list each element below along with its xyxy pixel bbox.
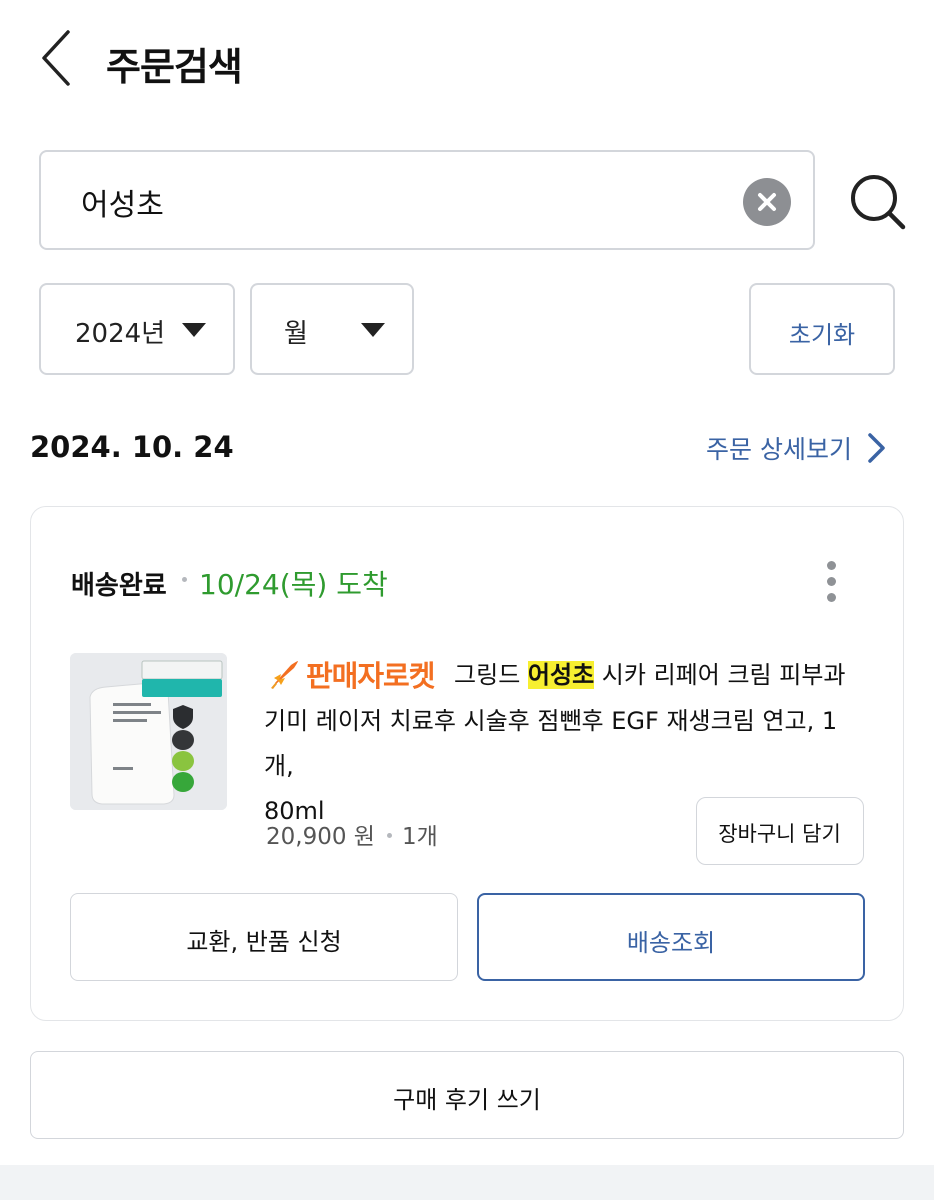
search-highlight: 어성초 [527,661,595,689]
seller-rocket-badge: 판매자로켓 [264,654,435,699]
arrival-date: 10/24(목) 도착 [199,568,388,601]
exchange-return-label: 교환, 반품 신청 [186,928,342,956]
track-delivery-button[interactable]: 배송조회 [477,893,865,981]
price-quantity-row: 20,900 원 1개 [266,817,438,851]
back-button[interactable] [30,24,90,94]
month-filter-select[interactable]: 월 [250,283,414,375]
product-title-line-1: 판매자로켓 그링드 어성초 시카 리페어 크림 피부과 [264,653,864,699]
track-delivery-label: 배송조회 [626,929,716,957]
year-filter-select[interactable]: 2024년 [39,283,235,375]
caret-down-icon [361,323,385,337]
product-name-prefix: 그링드 [454,661,528,689]
search-button[interactable] [846,170,910,234]
add-to-cart-label: 장바구니 담기 [718,822,841,846]
page-title: 주문검색 [106,45,243,89]
caret-down-icon [182,323,206,337]
product-title-line-2: 기미 레이저 치료후 시술후 점뺀후 EGF 재생크림 연고, 1개, [264,706,838,780]
reset-filters-label: 초기화 [788,321,856,349]
chevron-right-icon [868,433,885,463]
search-input[interactable]: 어성초 [39,150,815,250]
search-icon [851,175,906,230]
product-quantity: 1개 [401,824,438,850]
order-card: 배송완료 10/24(목) 도착 판매자로켓 그링드 어성초 시카 리페어 크림… [30,506,904,1021]
write-review-label: 구매 후기 쓰기 [393,1086,541,1114]
write-review-button[interactable]: 구매 후기 쓰기 [30,1051,904,1139]
search-query-text: 어성초 [81,188,164,223]
more-options-button[interactable] [821,559,843,603]
more-vertical-icon-dot [827,561,836,570]
close-icon [758,193,776,211]
rocket-icon [271,661,298,689]
more-vertical-icon-dot [827,577,836,586]
bottom-spacer [0,1165,934,1200]
more-vertical-icon-dot [827,593,836,602]
order-detail-link[interactable]: 주문 상세보기 [706,430,852,466]
order-date: 2024. 10. 24 [30,430,234,464]
order-detail-chevron[interactable] [862,430,892,466]
price-separator-dot [386,832,392,838]
product-thumbnail[interactable] [70,653,227,810]
status-separator-dot [182,577,187,582]
product-image [70,653,227,810]
year-filter-value: 2024년 [75,319,166,349]
product-name-suffix: 시카 리페어 크림 피부과 [594,661,846,689]
clear-search-button[interactable] [743,178,791,226]
chevron-left-icon [42,30,70,86]
reset-filters-button[interactable]: 초기화 [749,283,895,375]
product-price: 20,900 원 [266,824,375,850]
add-to-cart-button[interactable]: 장바구니 담기 [696,797,864,865]
delivery-status: 배송완료 [71,571,167,601]
exchange-return-button[interactable]: 교환, 반품 신청 [70,893,458,981]
month-filter-value: 월 [284,319,308,349]
seller-rocket-label: 판매자로켓 [306,658,435,693]
